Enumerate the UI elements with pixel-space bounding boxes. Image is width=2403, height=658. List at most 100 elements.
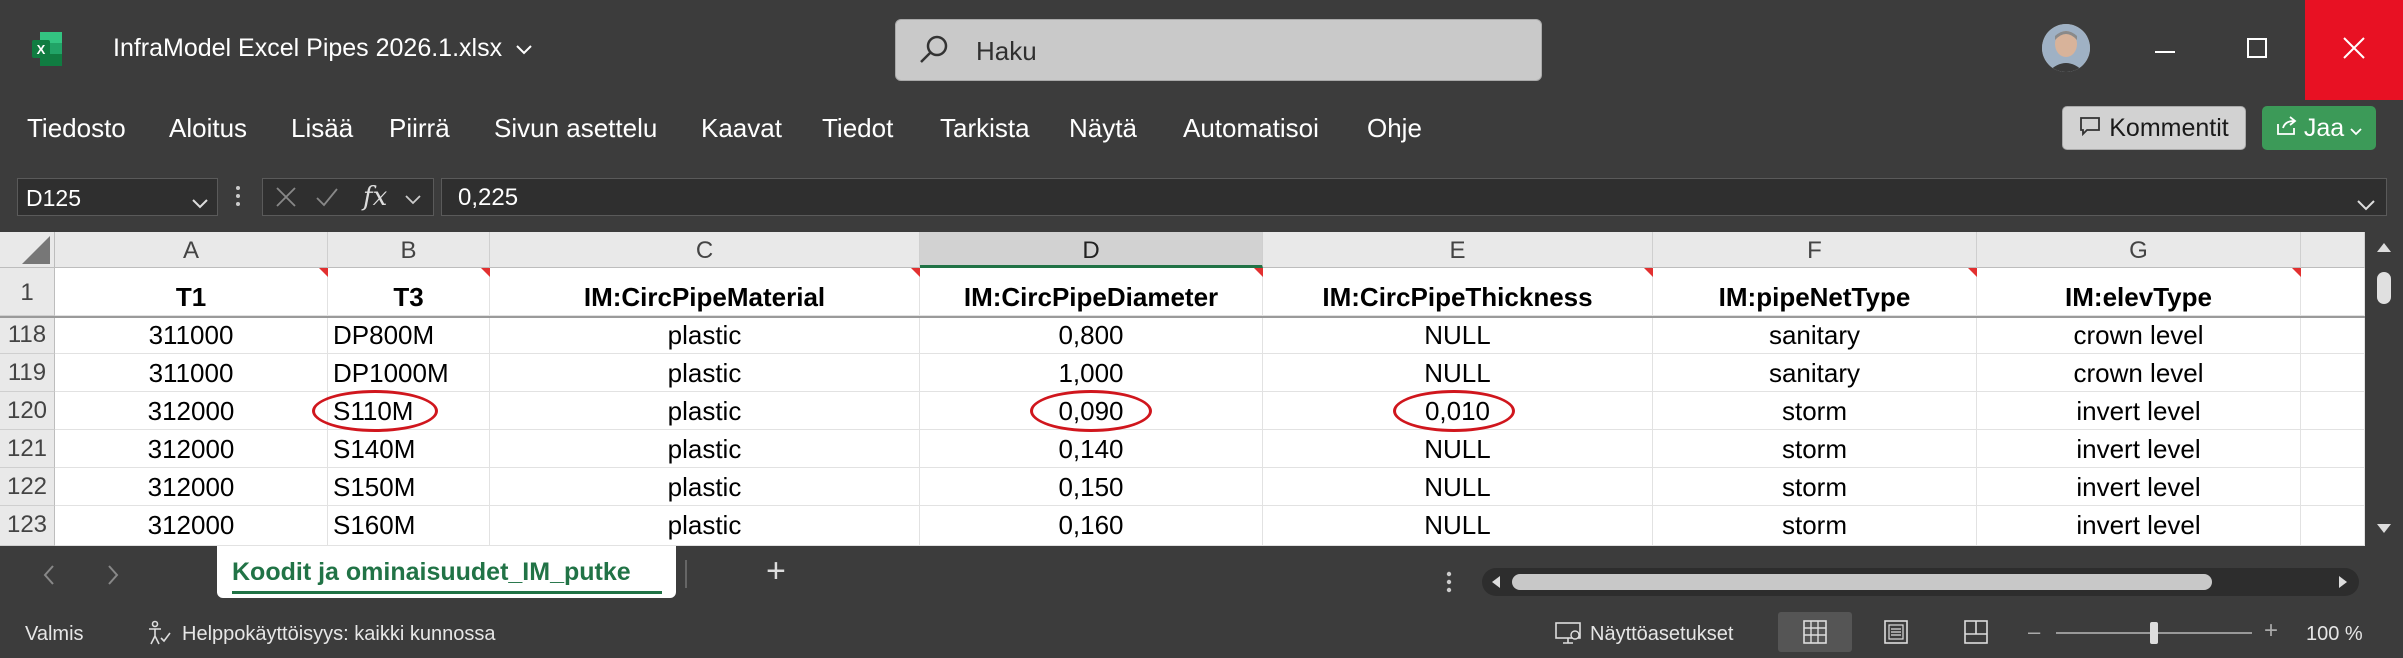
comment-indicator[interactable] [911, 268, 920, 277]
scroll-right-icon[interactable] [2337, 575, 2349, 594]
row-header-122[interactable]: 122 [0, 468, 55, 506]
column-header-d[interactable]: D [920, 232, 1263, 268]
tab-lisaa[interactable]: Lisää [291, 113, 353, 144]
header-cell-circpipematerial[interactable]: IM:CircPipeMaterial [490, 268, 920, 316]
empty-cell[interactable] [2301, 506, 2365, 546]
zoom-out-icon[interactable]: – [2028, 619, 2040, 645]
close-button[interactable] [2305, 0, 2403, 100]
header-cell-elevtype[interactable]: IM:elevType [1977, 268, 2301, 316]
comment-indicator[interactable] [1254, 268, 1263, 277]
header-cell-t3[interactable]: T3 [328, 268, 490, 316]
table-cell[interactable]: 311000 [55, 316, 328, 354]
tab-ohje[interactable]: Ohje [1367, 113, 1422, 144]
table-cell[interactable]: invert level [1977, 392, 2301, 430]
formula-input[interactable]: 0,225 [441, 178, 2387, 216]
row-header-123[interactable]: 123 [0, 506, 55, 546]
zoom-level[interactable]: 100 % [2306, 623, 2363, 646]
vertical-scrollbar[interactable] [2365, 232, 2403, 546]
table-cell[interactable]: sanitary [1653, 354, 1977, 392]
comments-button[interactable]: Kommentit [2062, 106, 2246, 150]
table-cell[interactable]: plastic [490, 392, 920, 430]
column-header-g[interactable]: G [1977, 232, 2301, 268]
share-button[interactable]: Jaa [2262, 106, 2376, 150]
page-break-preview-icon[interactable] [1964, 620, 1988, 650]
excel-app-icon[interactable]: X [32, 32, 62, 66]
empty-cell[interactable] [2301, 392, 2365, 430]
tab-nayta[interactable]: Näytä [1069, 113, 1137, 144]
search-input[interactable]: Haku [895, 19, 1542, 81]
empty-cell[interactable] [2301, 468, 2365, 506]
maximize-button[interactable] [2207, 0, 2307, 100]
vertical-scroll-thumb[interactable] [2377, 272, 2391, 304]
empty-cell[interactable] [2301, 354, 2365, 392]
display-settings-icon[interactable] [1555, 622, 1583, 650]
table-cell[interactable]: 0,140 [920, 430, 1263, 468]
table-cell[interactable]: 312000 [55, 468, 328, 506]
previous-sheet-icon[interactable] [42, 564, 56, 591]
zoom-slider-thumb[interactable] [2150, 622, 2158, 644]
header-cell-circpipediameter[interactable]: IM:CircPipeDiameter [920, 268, 1263, 316]
table-cell[interactable]: NULL [1263, 316, 1653, 354]
scroll-down-icon[interactable] [2375, 522, 2393, 541]
normal-view-button[interactable] [1778, 612, 1852, 652]
table-cell[interactable]: plastic [490, 506, 920, 546]
table-cell[interactable]: plastic [490, 354, 920, 392]
more-options-icon[interactable] [1446, 570, 1452, 599]
column-header-a[interactable]: A [55, 232, 328, 268]
scroll-up-icon[interactable] [2375, 240, 2393, 259]
empty-cell[interactable] [2301, 316, 2365, 354]
empty-cell[interactable] [2301, 268, 2365, 316]
page-layout-view-icon[interactable] [1884, 620, 1908, 650]
table-cell[interactable]: invert level [1977, 506, 2301, 546]
tab-tiedosto[interactable]: Tiedosto [27, 113, 126, 144]
table-cell[interactable]: storm [1653, 468, 1977, 506]
name-box[interactable]: D125 [17, 178, 218, 216]
zoom-in-icon[interactable]: + [2264, 617, 2278, 645]
next-sheet-icon[interactable] [106, 564, 120, 591]
comment-indicator[interactable] [1644, 268, 1653, 277]
table-cell[interactable]: NULL [1263, 430, 1653, 468]
comment-indicator[interactable] [2292, 268, 2301, 277]
table-cell[interactable]: 1,000 [920, 354, 1263, 392]
column-header-h[interactable] [2301, 232, 2365, 268]
table-cell[interactable]: sanitary [1653, 316, 1977, 354]
tab-automatisoi[interactable]: Automatisoi [1183, 113, 1319, 144]
table-cell[interactable]: storm [1653, 392, 1977, 430]
row-header-121[interactable]: 121 [0, 430, 55, 468]
insert-function-icon[interactable]: fx [363, 182, 387, 212]
row-header-1[interactable]: 1 [0, 268, 55, 316]
column-header-c[interactable]: C [490, 232, 920, 268]
accessibility-status[interactable]: Helppokäyttöisyys: kaikki kunnossa [182, 623, 495, 646]
tab-tiedot[interactable]: Tiedot [822, 113, 893, 144]
chevron-down-icon[interactable] [405, 192, 421, 210]
user-avatar[interactable] [2042, 24, 2090, 72]
table-cell[interactable]: DP800M [328, 316, 490, 354]
header-cell-pipenettype[interactable]: IM:pipeNetType [1653, 268, 1977, 316]
table-cell[interactable]: DP1000M [328, 354, 490, 392]
table-cell[interactable]: S150M [328, 468, 490, 506]
table-cell[interactable]: 0,150 [920, 468, 1263, 506]
table-cell[interactable]: S140M [328, 430, 490, 468]
table-cell[interactable]: invert level [1977, 468, 2301, 506]
table-cell[interactable]: NULL [1263, 506, 1653, 546]
accessibility-icon[interactable] [146, 620, 172, 652]
minimize-button[interactable] [2115, 0, 2215, 100]
file-title-dropdown[interactable]: InfraModel Excel Pipes 2026.1.xlsx [113, 34, 533, 63]
column-header-b[interactable]: B [328, 232, 490, 268]
scroll-left-icon[interactable] [1490, 575, 1502, 594]
table-cell[interactable]: NULL [1263, 468, 1653, 506]
table-cell[interactable]: storm [1653, 506, 1977, 546]
comment-indicator[interactable] [319, 268, 328, 277]
select-all-button[interactable] [0, 232, 55, 268]
row-header-119[interactable]: 119 [0, 354, 55, 392]
table-cell[interactable]: storm [1653, 430, 1977, 468]
horizontal-scrollbar[interactable] [1482, 568, 2359, 596]
empty-cell[interactable] [2301, 430, 2365, 468]
header-cell-circpipethickness[interactable]: IM:CircPipeThickness [1263, 268, 1653, 316]
add-sheet-button[interactable]: + [766, 552, 786, 591]
tab-sivun-asettelu[interactable]: Sivun asettelu [494, 113, 657, 144]
tab-tarkista[interactable]: Tarkista [940, 113, 1030, 144]
table-cell[interactable]: crown level [1977, 354, 2301, 392]
table-cell[interactable]: S160M [328, 506, 490, 546]
more-options-icon[interactable] [234, 182, 242, 215]
